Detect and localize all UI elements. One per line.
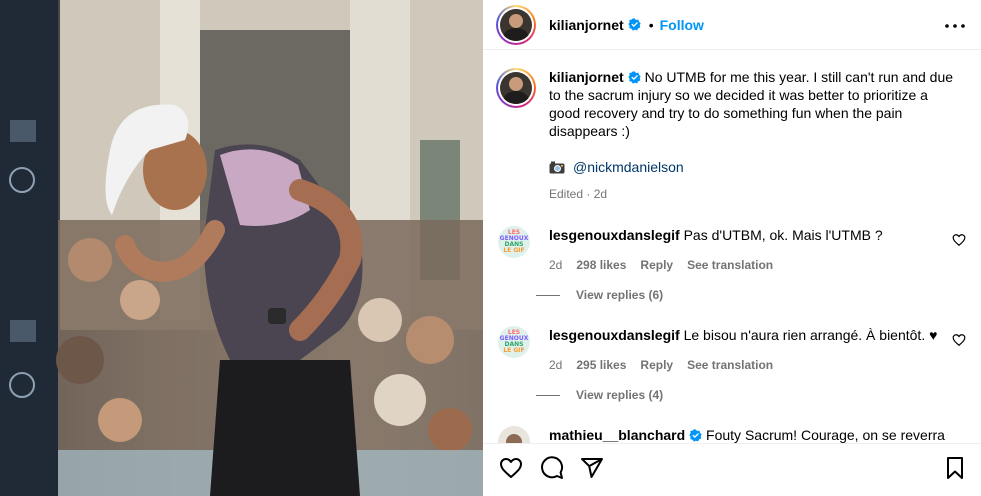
commenter-username[interactable]: lesgenouxdanslegif [549, 327, 680, 343]
comment-likes[interactable]: 298 likes [576, 256, 626, 274]
follow-button[interactable]: Follow [660, 17, 704, 33]
bookmark-icon[interactable] [943, 456, 967, 480]
see-translation-button[interactable]: See translation [687, 256, 773, 274]
post-header: kilianjornet • Follow [483, 0, 981, 50]
view-replies-label: View replies (6) [576, 288, 664, 302]
see-translation-button[interactable]: See translation [687, 356, 773, 374]
comments-list[interactable]: kilianjornet No UTMB for me this year. I… [483, 51, 981, 443]
comment-text: Pas d'UTBM, ok. Mais l'UTMB ? [683, 227, 883, 243]
view-replies-button[interactable]: View replies (4) [536, 388, 663, 402]
author-username[interactable]: kilianjornet [549, 17, 624, 33]
share-icon[interactable] [580, 456, 604, 480]
camera-emoji-icon [549, 161, 565, 173]
post-caption: kilianjornet No UTMB for me this year. I… [496, 68, 966, 203]
comment-text: Le bisou n'aura rien arrangé. À bientôt.… [683, 327, 938, 343]
view-replies-button[interactable]: View replies (6) [536, 288, 663, 302]
comment-likes[interactable]: 295 likes [576, 356, 626, 374]
commenter-username[interactable]: lesgenouxdanslegif [549, 227, 680, 243]
post-photo [0, 0, 483, 496]
more-options-icon[interactable] [945, 16, 965, 36]
commenter-avatar[interactable]: LES GENOUX DANS LE GIF [498, 326, 530, 358]
heart-icon[interactable] [499, 456, 523, 480]
comment-like-heart-icon[interactable] [952, 333, 966, 347]
caption-author-avatar[interactable] [496, 68, 536, 108]
verified-badge-icon [628, 71, 641, 84]
view-replies-label: View replies (4) [576, 388, 664, 402]
post-action-bar [483, 443, 981, 496]
photo-illustration [0, 0, 483, 496]
comment-age: 2d [549, 358, 563, 372]
commenter-avatar[interactable] [498, 426, 530, 443]
verified-badge-icon [628, 18, 641, 31]
author-avatar[interactable] [496, 4, 536, 45]
post-side-panel: kilianjornet • Follow kilianjornet No UT… [483, 0, 981, 496]
replies-line [536, 394, 560, 396]
verified-badge-icon [689, 429, 702, 442]
caption-username[interactable]: kilianjornet [549, 69, 624, 85]
commenter-avatar[interactable]: LES GENOUX DANS LE GIF [498, 226, 530, 258]
reply-button[interactable]: Reply [640, 356, 673, 374]
comment-text: Fouty Sacrum! Courage, on se reverra [706, 427, 945, 443]
commenter-username[interactable]: mathieu__blanchard [549, 427, 685, 443]
edited-timestamp: Edited · 2d [549, 187, 608, 201]
comment-age: 2d [549, 258, 563, 272]
comment-icon[interactable] [540, 456, 564, 480]
photo-credit-mention[interactable]: @nickmdanielson [573, 158, 684, 176]
separator-dot: • [648, 16, 654, 33]
comment-like-heart-icon[interactable] [952, 233, 966, 247]
reply-button[interactable]: Reply [640, 256, 673, 274]
replies-line [536, 294, 560, 296]
